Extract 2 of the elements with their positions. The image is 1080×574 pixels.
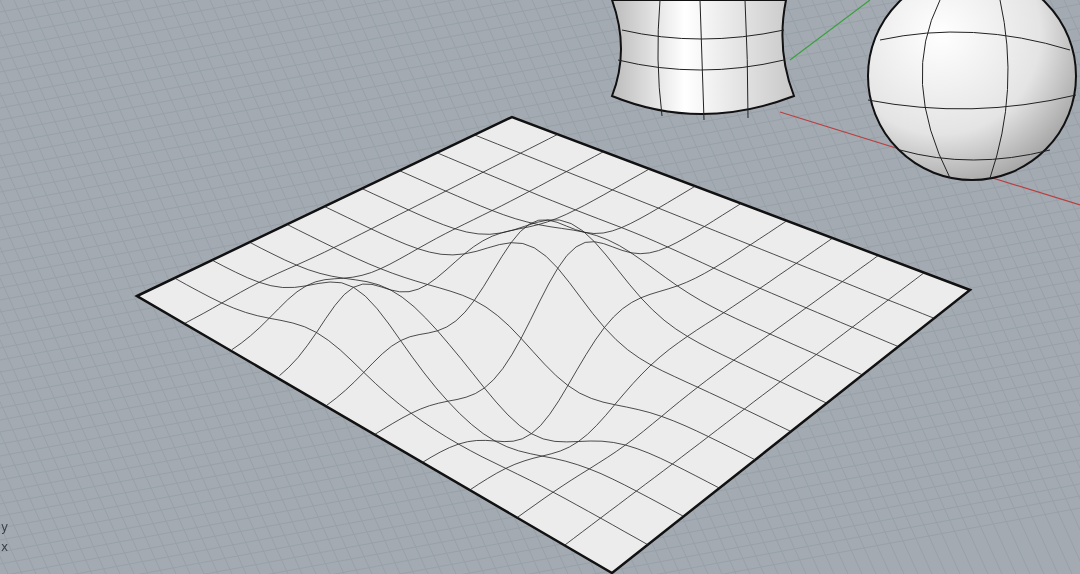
axis-label: y [1,520,9,534]
axis-label: x [1,540,9,554]
